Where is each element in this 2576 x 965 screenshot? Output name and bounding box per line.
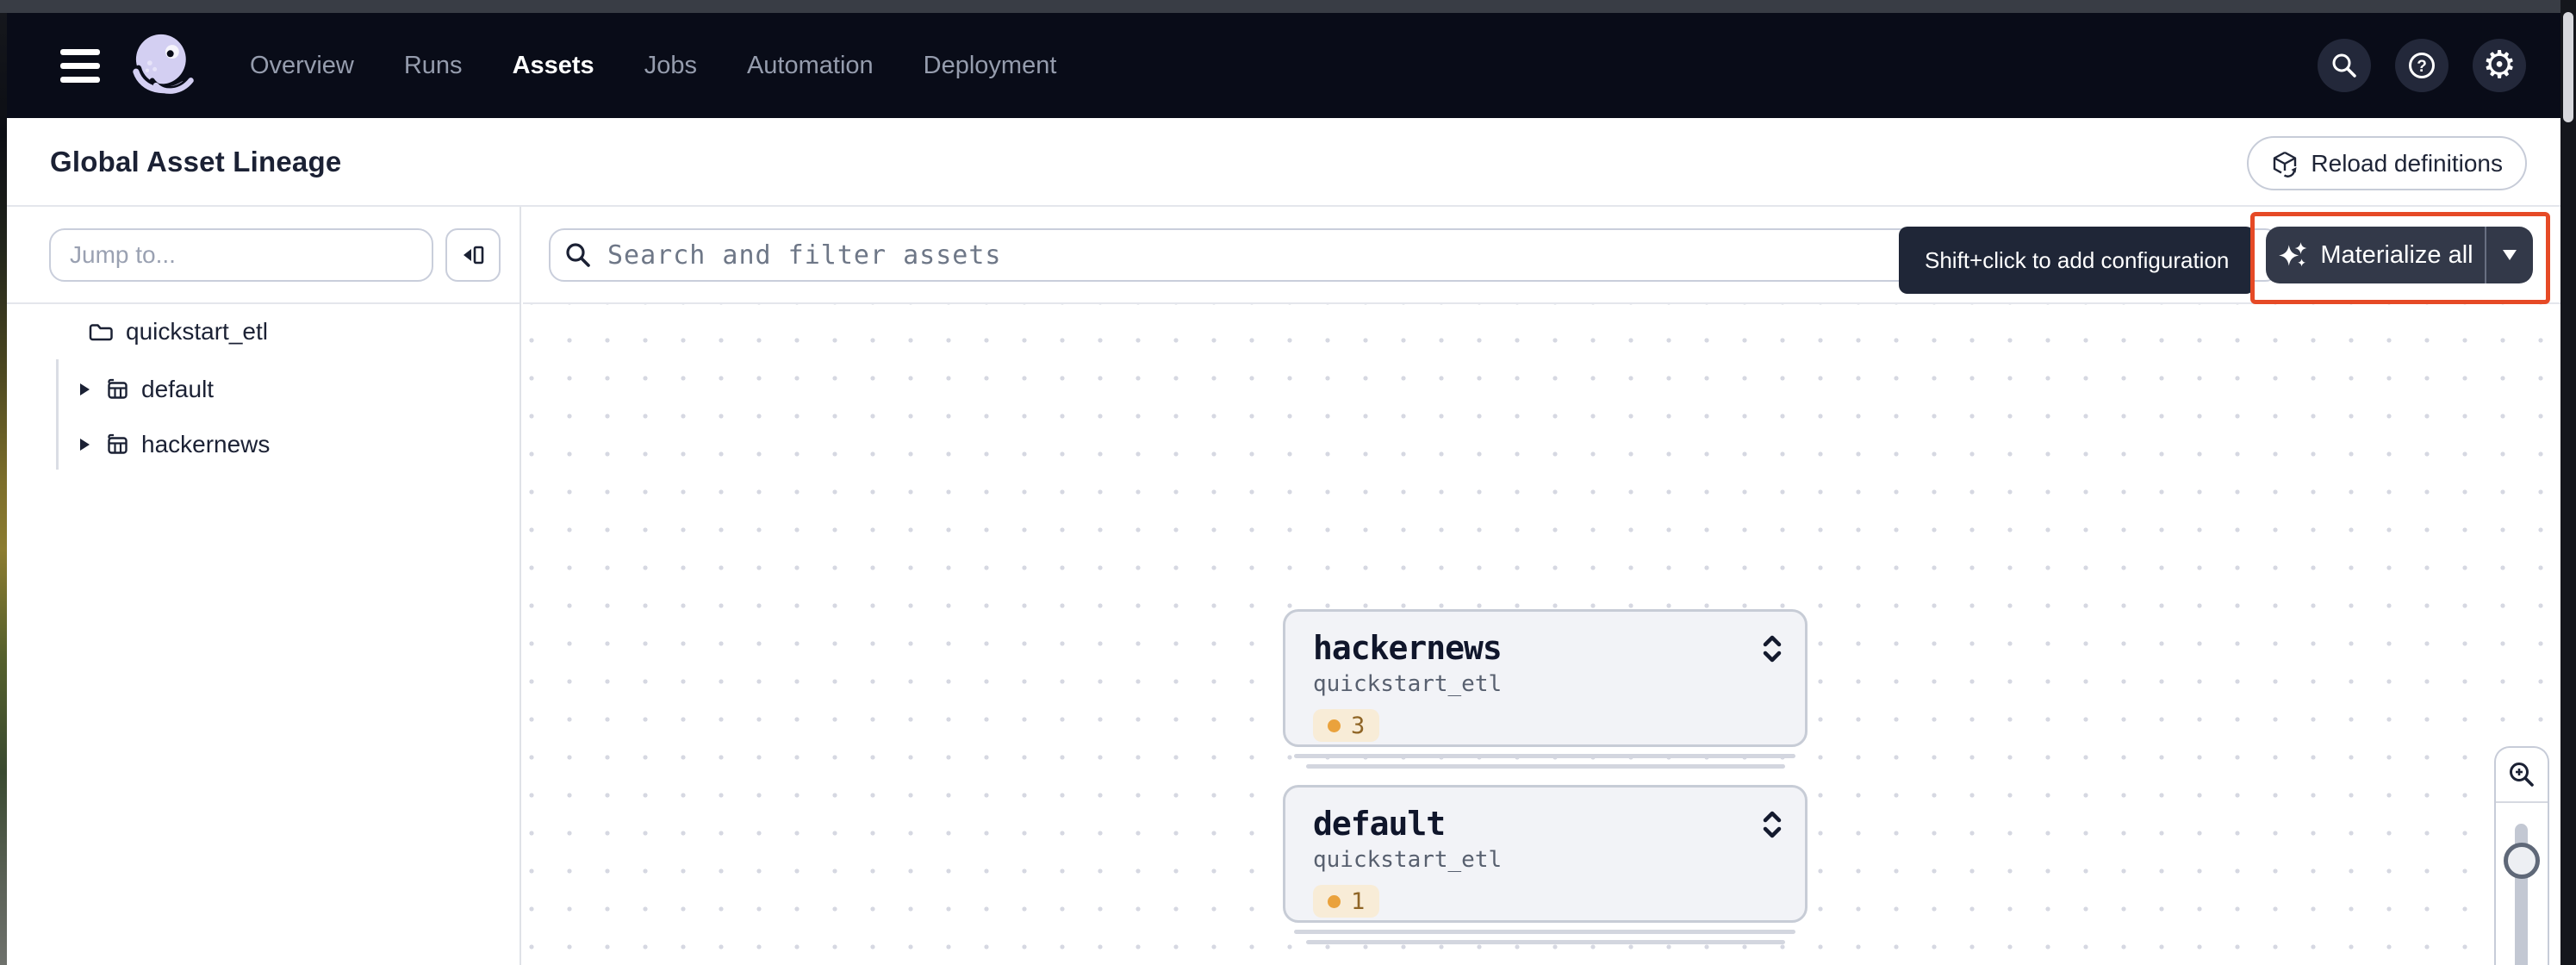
jump-to-input[interactable] xyxy=(49,228,433,282)
desktop-wallpaper-edge xyxy=(0,0,7,965)
nav-item-runs[interactable]: Runs xyxy=(404,52,463,80)
zoom-slider-handle[interactable] xyxy=(2504,843,2540,879)
collapse-sidebar-button[interactable] xyxy=(445,228,501,282)
asset-group-icon xyxy=(105,433,129,457)
help-icon[interactable]: ? xyxy=(2395,39,2448,92)
collapse-panel-icon xyxy=(460,242,486,268)
collapsed-stack-line xyxy=(1306,940,1785,944)
collapsed-stack-line xyxy=(1294,754,1795,758)
nav-item-assets[interactable]: Assets xyxy=(513,52,594,80)
zoom-in-button[interactable] xyxy=(2496,748,2548,803)
nav-item-overview[interactable]: Overview xyxy=(250,52,354,80)
materialize-all-button[interactable]: Materialize all xyxy=(2266,227,2485,283)
dagster-logo-icon[interactable] xyxy=(122,25,203,106)
shift-click-tooltip: Shift+click to add configuration xyxy=(1899,227,2255,294)
node-subtitle: quickstart_etl xyxy=(1313,671,1805,697)
unfold-group-icon[interactable] xyxy=(1760,810,1784,839)
tree-item-label: default xyxy=(141,376,214,403)
nav-item-jobs[interactable]: Jobs xyxy=(644,52,697,80)
collapsed-stack-line xyxy=(1294,930,1795,934)
page-title: Global Asset Lineage xyxy=(50,146,341,178)
tree-item-default[interactable]: default xyxy=(7,370,520,409)
reload-definitions-button[interactable]: Reload definitions xyxy=(2247,136,2527,190)
asset-count: 3 xyxy=(1351,713,1365,739)
materialize-all-label: Materialize all xyxy=(2320,241,2473,270)
sparkle-icon xyxy=(2277,240,2308,271)
top-nav-bar: Overview Runs Assets Jobs Automation Dep… xyxy=(7,13,2560,118)
lineage-toolbar xyxy=(523,207,2560,304)
asset-tree-sidebar: quickstart_etl default xyxy=(7,207,520,965)
global-asset-lineage-page: Overview Runs Assets Jobs Automation Dep… xyxy=(0,0,2576,965)
search-icon[interactable] xyxy=(2318,39,2371,92)
window-right-edge xyxy=(2560,0,2576,965)
status-dot xyxy=(1328,719,1341,732)
asset-count-badge: 3 xyxy=(1313,709,1379,742)
status-dot xyxy=(1328,895,1341,908)
folder-icon xyxy=(88,321,114,344)
chevron-right-icon[interactable] xyxy=(80,439,90,451)
nav-item-deployment[interactable]: Deployment xyxy=(924,52,1057,80)
nav-item-automation[interactable]: Automation xyxy=(747,52,874,80)
tree-item-label: quickstart_etl xyxy=(126,318,268,346)
asset-group-icon xyxy=(105,377,129,402)
tree-item-label: hackernews xyxy=(141,431,270,458)
reload-cube-icon xyxy=(2271,150,2299,177)
asset-group-node-default[interactable]: default quickstart_etl 1 xyxy=(1283,785,1808,923)
asset-group-node-hackernews[interactable]: hackernews quickstart_etl 3 xyxy=(1283,609,1808,747)
node-title: hackernews xyxy=(1313,629,1805,667)
nav-action-icons: ? ⚙ xyxy=(2318,39,2526,92)
asset-count: 1 xyxy=(1351,888,1365,915)
collapsed-stack-line xyxy=(1306,764,1785,769)
gear-icon[interactable]: ⚙ xyxy=(2473,39,2526,92)
tree-item-hackernews[interactable]: hackernews xyxy=(7,425,520,464)
chevron-right-icon[interactable] xyxy=(80,383,90,395)
materialize-all-button-group: Materialize all xyxy=(2266,227,2533,283)
hamburger-menu-icon[interactable] xyxy=(60,49,100,83)
zoom-in-icon xyxy=(2507,760,2536,789)
svg-text:?: ? xyxy=(2417,58,2427,76)
chevron-down-icon xyxy=(2503,250,2517,260)
primary-nav: Overview Runs Assets Jobs Automation Dep… xyxy=(250,52,1056,80)
node-subtitle: quickstart_etl xyxy=(1313,847,1805,873)
window-title-bar-edge xyxy=(0,0,2576,13)
reload-definitions-label: Reload definitions xyxy=(2311,150,2503,177)
node-title: default xyxy=(1313,805,1805,843)
scrollbar-thumb[interactable] xyxy=(2563,12,2573,122)
zoom-control-panel xyxy=(2494,746,2549,965)
asset-count-badge: 1 xyxy=(1313,885,1379,918)
tree-item-quickstart-etl[interactable]: quickstart_etl xyxy=(7,312,520,352)
sidebar-toolbar xyxy=(7,207,520,304)
unfold-group-icon[interactable] xyxy=(1760,634,1784,663)
page-header: Global Asset Lineage xyxy=(7,118,2560,207)
materialize-dropdown-button[interactable] xyxy=(2485,227,2533,283)
